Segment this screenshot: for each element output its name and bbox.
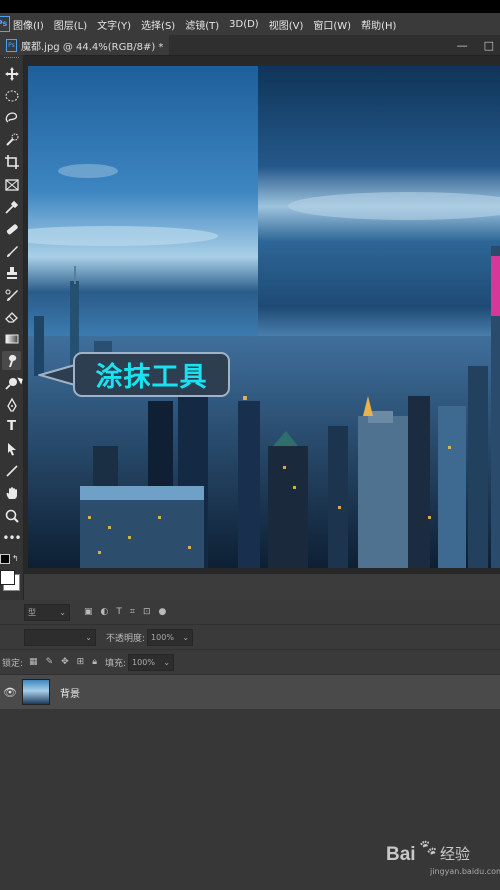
watermark-brand-2: 经验 <box>440 845 471 863</box>
visibility-eye-icon[interactable]: 👁︎ <box>0 686 20 699</box>
menu-type[interactable]: 文字(Y) <box>97 17 131 32</box>
callout-pointer <box>38 363 76 387</box>
line-tool-icon[interactable] <box>2 461 21 480</box>
lock-image-icon[interactable]: ✎ <box>46 657 54 667</box>
frame-tool-icon[interactable] <box>2 175 21 194</box>
zoom-tool-icon[interactable] <box>2 506 21 525</box>
default-colors-icon[interactable] <box>0 554 10 564</box>
brush-tool-icon[interactable] <box>2 241 21 260</box>
menu-select[interactable]: 选择(S) <box>141 17 175 32</box>
quick-select-tool-icon[interactable] <box>2 130 21 149</box>
minimize-button[interactable]: — <box>457 39 468 52</box>
image-filter-icon[interactable]: ▣ <box>84 607 93 617</box>
history-brush-tool-icon[interactable] <box>2 285 21 304</box>
lock-label: 锁定: <box>2 658 24 669</box>
path-select-tool-icon[interactable] <box>2 439 21 458</box>
lasso-tool-icon[interactable] <box>2 108 21 127</box>
window-controls: — □ <box>457 35 494 55</box>
swap-colors-icon[interactable]: ↰ <box>12 554 19 563</box>
layer-row-background[interactable]: 👁︎ 背景 <box>0 675 500 709</box>
gradient-tool-icon[interactable] <box>2 329 21 348</box>
eraser-tool-icon[interactable] <box>2 307 21 326</box>
opacity-label: 不透明度: <box>106 633 146 644</box>
lock-all-icon[interactable]: 🔒︎ <box>92 657 97 667</box>
watermark-brand: Bai <box>386 844 416 865</box>
type-filter-icon[interactable]: T <box>116 607 122 617</box>
blend-opacity-row: ⌄ 不透明度: 100% ⌄ <box>0 625 500 650</box>
menu-3d[interactable]: 3D(D) <box>229 19 259 30</box>
menu-help[interactable]: 帮助(H) <box>361 17 396 32</box>
file-icon: Ps <box>6 38 17 52</box>
toolbar-grip[interactable] <box>4 57 19 60</box>
move-tool-icon[interactable] <box>2 64 21 83</box>
app-logo-icon[interactable]: Ps <box>0 16 10 32</box>
foreground-color-swatch[interactable] <box>0 570 15 585</box>
menu-filter[interactable]: 滤镜(T) <box>185 17 219 32</box>
opacity-field[interactable]: 100% ⌄ <box>147 628 194 646</box>
document-tab[interactable]: Ps 魔都.jpg @ 44.4%(RGB/8#) * <box>0 35 170 55</box>
fill-label: 填充: <box>105 658 127 669</box>
document-tab-bar: Ps 魔都.jpg @ 44.4%(RGB/8#) * — □ <box>0 35 500 56</box>
adjustment-filter-icon[interactable]: ◐ <box>101 607 109 617</box>
paw-logo-icon: 🐾︎ <box>418 838 439 857</box>
lock-artboard-icon[interactable]: ⊞ <box>77 657 85 667</box>
menu-bar: Ps 图像(I) 图层(L) 文字(Y) 选择(S) 滤镜(T) 3D(D) 视… <box>0 13 500 35</box>
blend-mode-select[interactable]: ⌄ <box>24 628 96 646</box>
lock-fill-row: 锁定: ▦ ✎ ✥ ⊞ 🔒︎ 填充: 100% ⌄ <box>0 650 500 675</box>
type-tool-icon[interactable]: T <box>2 417 21 436</box>
layer-thumbnail <box>22 679 50 705</box>
layer-kind-filter[interactable]: 型 ⌄ <box>24 603 70 621</box>
baidu-jingyan-watermark: Bai 🐾︎ 经验 jingyan.baidu.com <box>386 838 500 878</box>
layer-name: 背景 <box>60 688 80 700</box>
filter-toggle-icon[interactable]: ● <box>159 607 167 617</box>
canvas-bottom-strip <box>24 574 500 600</box>
healing-brush-tool-icon[interactable] <box>2 219 21 238</box>
smart-object-filter-icon[interactable]: ⊡ <box>143 607 151 617</box>
more-tools-icon[interactable]: ••• <box>2 528 21 547</box>
menu-image[interactable]: 图像(I) <box>13 17 44 32</box>
tool-callout-label: 涂抹工具 <box>73 352 230 397</box>
smudge-tool-icon[interactable] <box>2 351 21 370</box>
city-skyline-photo <box>28 66 500 568</box>
crop-tool-icon[interactable] <box>2 152 21 171</box>
layer-filter-row: 型 ⌄ ▣ ◐ T ⌗ ⊡ ● <box>0 600 500 625</box>
tools-panel: T ••• ↰ <box>0 55 24 675</box>
watermark-url: jingyan.baidu.com <box>430 867 500 876</box>
fill-field[interactable]: 100% ⌄ <box>128 653 175 671</box>
menu-layer[interactable]: 图层(L) <box>54 17 87 32</box>
document-tab-title: 魔都.jpg @ 44.4%(RGB/8#) * <box>21 41 164 53</box>
clone-stamp-tool-icon[interactable] <box>2 263 21 282</box>
pen-tool-icon[interactable] <box>2 395 21 414</box>
menu-view[interactable]: 视图(V) <box>269 17 304 32</box>
hand-tool-icon[interactable] <box>2 483 21 502</box>
top-black-bar <box>0 0 500 13</box>
menu-window[interactable]: 窗口(W) <box>313 17 351 32</box>
restore-button[interactable]: □ <box>484 39 494 52</box>
lock-position-icon[interactable]: ✥ <box>61 657 69 667</box>
eyedropper-tool-icon[interactable] <box>2 197 21 216</box>
shape-filter-icon[interactable]: ⌗ <box>130 607 135 617</box>
lock-transparent-icon[interactable]: ▦ <box>29 657 38 667</box>
marquee-tool-icon[interactable] <box>2 86 21 105</box>
document-canvas-image[interactable] <box>28 66 500 568</box>
